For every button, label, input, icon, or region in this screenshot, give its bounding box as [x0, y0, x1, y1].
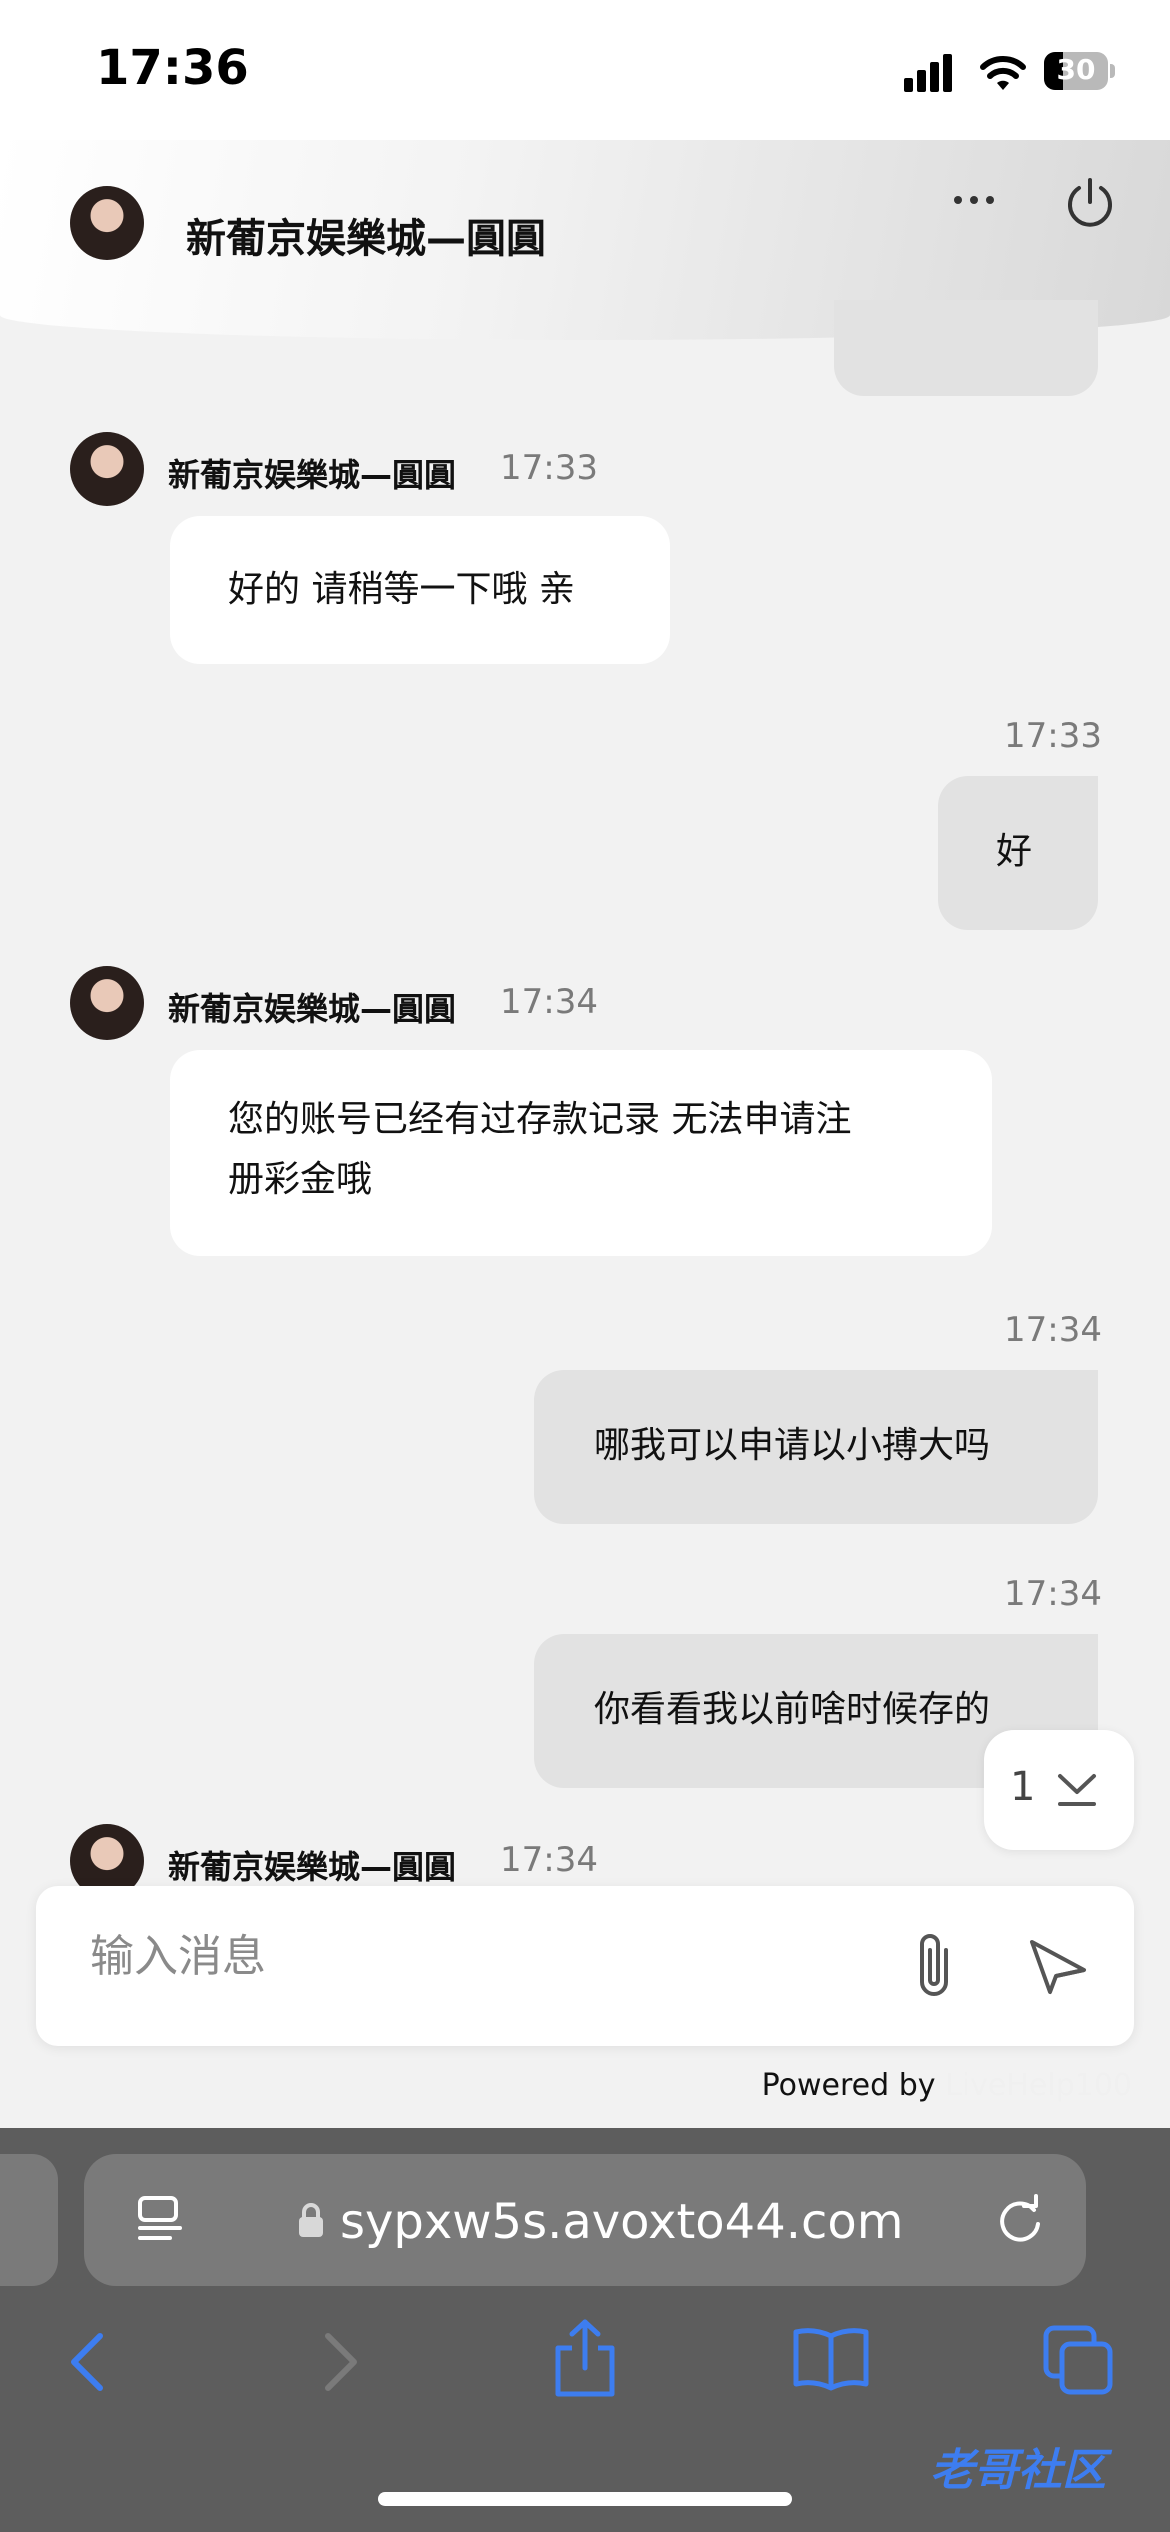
- power-icon[interactable]: [1062, 174, 1118, 230]
- scroll-to-bottom-button[interactable]: 1: [984, 1730, 1134, 1850]
- home-indicator[interactable]: [378, 2492, 792, 2506]
- message-input[interactable]: [88, 1930, 892, 1983]
- share-icon[interactable]: [550, 2318, 620, 2398]
- message-text: 你看看我以前啥时候存的: [594, 1689, 991, 1730]
- reload-icon[interactable]: [994, 2194, 1046, 2246]
- url-text: sypxw5s.avoxto44.com: [340, 2194, 904, 2250]
- address-bar[interactable]: sypxw5s.avoxto44.com: [84, 2154, 1086, 2286]
- agent-avatar: [70, 432, 144, 506]
- powered-by-label: Powered by: [761, 2068, 936, 2103]
- agent-avatar: [70, 966, 144, 1040]
- sender-name: 新葡京娱樂城—圓圓: [168, 456, 457, 494]
- sender-name: 新葡京娱樂城—圓圓: [168, 1848, 457, 1886]
- message-time: 17:33: [500, 448, 598, 488]
- tabs-icon[interactable]: [1042, 2324, 1114, 2396]
- message-text: 哪我可以申请以小搏大吗: [594, 1425, 991, 1466]
- powered-by: Powered by LiveHelp100: [762, 2068, 1132, 2103]
- unread-count: 1: [1010, 1764, 1036, 1810]
- battery-icon: 30: [1044, 52, 1108, 90]
- attachment-icon[interactable]: [906, 1928, 962, 2004]
- message-time: 17:34: [500, 982, 598, 1022]
- message-bubble-outgoing: 哪我可以申请以小搏大吗: [534, 1370, 1098, 1524]
- message-text-line: 册彩金哦: [228, 1159, 373, 1200]
- message-bubble-incoming: 好的 请稍等一下哦 亲: [170, 516, 670, 664]
- cellular-signal-icon: [904, 52, 954, 92]
- more-options-icon[interactable]: [944, 182, 1004, 218]
- send-icon[interactable]: [1026, 1934, 1090, 1998]
- sender-name: 新葡京娱樂城—圓圓: [168, 990, 457, 1028]
- wifi-icon: [980, 56, 1026, 90]
- message-time: 17:34: [1004, 1310, 1102, 1350]
- reader-mode-icon[interactable]: [134, 2194, 186, 2246]
- message-text: 好: [996, 831, 1033, 872]
- message-bubble-incoming: 您的账号已经有过存款记录 无法申请注 册彩金哦: [170, 1050, 992, 1256]
- back-icon[interactable]: [66, 2330, 110, 2394]
- agent-avatar: [70, 186, 144, 260]
- previous-tab[interactable]: [0, 2154, 58, 2286]
- battery-level: 30: [1056, 53, 1096, 86]
- message-time: 17:34: [500, 1840, 598, 1880]
- powered-by-brand[interactable]: LiveHelp100: [945, 2068, 1132, 2103]
- watermark: 老哥社区: [930, 2445, 1106, 2496]
- battery-nub: [1110, 64, 1115, 78]
- chat-title: 新葡京娱樂城—圓圓: [186, 216, 546, 262]
- message-time: 17:34: [1004, 1574, 1102, 1614]
- bookmarks-icon[interactable]: [792, 2326, 870, 2392]
- message-bubble-outgoing: 好: [938, 776, 1098, 930]
- forward-icon[interactable]: [318, 2330, 362, 2394]
- message-text: 好的 请稍等一下哦 亲: [228, 569, 575, 610]
- status-time: 17:36: [96, 40, 249, 96]
- message-text-line: 您的账号已经有过存款记录 无法申请注: [228, 1099, 852, 1140]
- scrolled-bubble: [834, 300, 1098, 396]
- lock-icon: [299, 2203, 323, 2237]
- message-time: 17:33: [1004, 716, 1102, 756]
- scroll-down-icon: [1058, 1774, 1096, 1806]
- message-composer: [36, 1886, 1134, 2046]
